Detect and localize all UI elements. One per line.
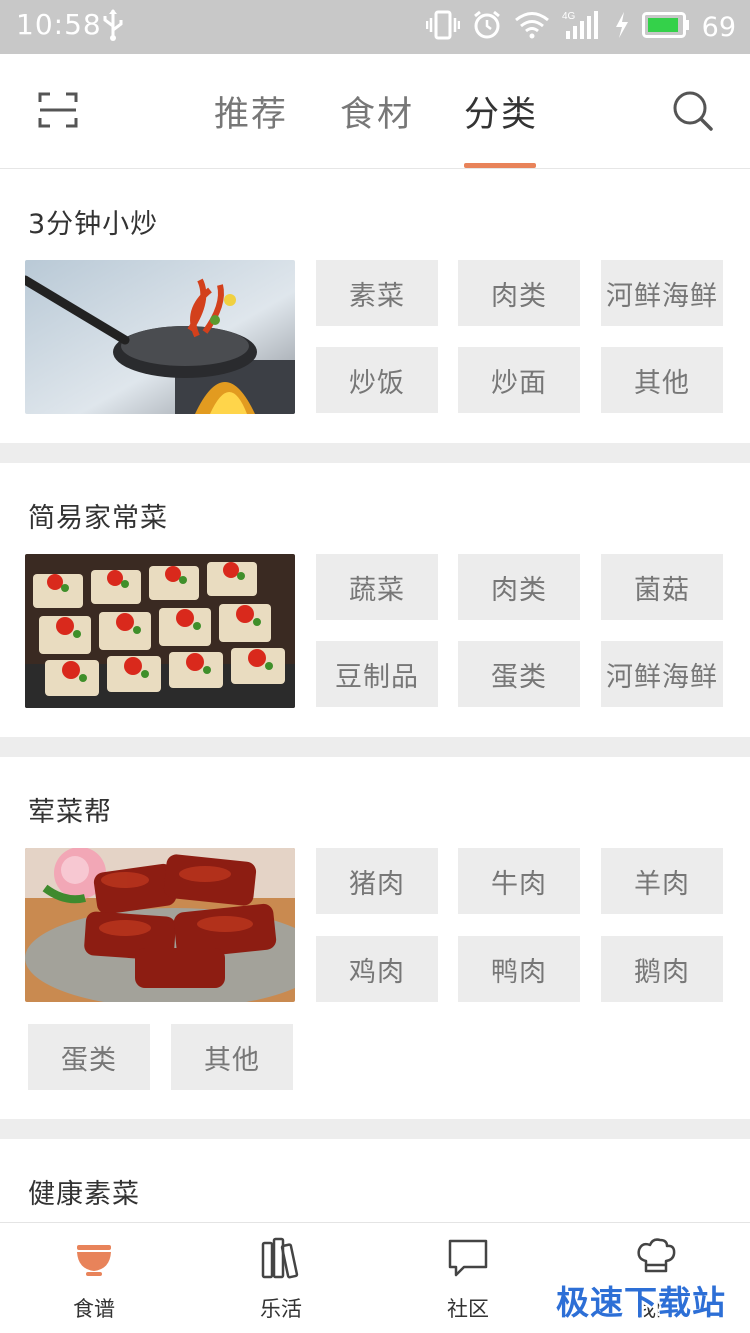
tofu-with-chili-image[interactable] — [25, 554, 295, 708]
chip-goose[interactable]: 鹅肉 — [601, 936, 723, 1002]
section-title: 荤菜帮 — [28, 797, 112, 828]
chip-lamb[interactable]: 羊肉 — [601, 848, 723, 914]
section-title: 简易家常菜 — [28, 503, 168, 534]
section-divider — [0, 737, 750, 757]
section-title: 健康素菜 — [28, 1179, 140, 1210]
bottom-nav-label: 社区 — [447, 1297, 489, 1321]
bottom-nav-recipes[interactable]: 食谱 — [34, 1223, 154, 1333]
wifi-icon — [514, 11, 550, 43]
section-healthy-vegetarian: 健康素菜 — [0, 1139, 750, 1222]
chip-meat[interactable]: 肉类 — [458, 554, 580, 620]
alarm-icon — [472, 10, 502, 44]
category-tabs: 推荐 食材 分类 — [0, 54, 750, 169]
usb-icon — [100, 8, 126, 46]
chip-mushrooms[interactable]: 菌菇 — [601, 554, 723, 620]
chip-greens[interactable]: 蔬菜 — [316, 554, 438, 620]
section-quick-stir-fry: 3分钟小炒 素菜 肉类 河鲜海鲜 炒饭 炒面 其他 — [0, 170, 750, 443]
chip-meat[interactable]: 肉类 — [458, 260, 580, 326]
battery-percent: 69 — [701, 11, 736, 43]
chip-fried-rice[interactable]: 炒饭 — [316, 347, 438, 413]
chip-eggs[interactable]: 蛋类 — [28, 1024, 150, 1090]
top-nav: 推荐 食材 分类 — [0, 54, 750, 169]
watermark: 极速下载站 — [556, 1283, 726, 1322]
chip-chicken[interactable]: 鸡肉 — [316, 936, 438, 1002]
chip-eggs[interactable]: 蛋类 — [458, 641, 580, 707]
chip-vegetables[interactable]: 素菜 — [316, 260, 438, 326]
chip-seafood[interactable]: 河鲜海鲜 — [601, 641, 723, 707]
stir-fry-pan-image[interactable] — [25, 260, 295, 414]
tab-recommend[interactable]: 推荐 — [214, 86, 288, 137]
charging-icon — [614, 11, 630, 43]
tab-categories[interactable]: 分类 — [464, 86, 538, 137]
chip-duck[interactable]: 鸭肉 — [458, 936, 580, 1002]
bottom-nav-label: 乐活 — [260, 1297, 302, 1321]
bottom-nav-community[interactable]: 社区 — [408, 1223, 528, 1333]
chip-fried-noodles[interactable]: 炒面 — [458, 347, 580, 413]
section-divider — [0, 1119, 750, 1139]
chip-beef[interactable]: 牛肉 — [458, 848, 580, 914]
books-icon — [261, 1237, 301, 1279]
section-home-cooking: 简易家常菜 蔬菜 肉类 菌菇 豆制品 蛋类 河鲜海鲜 — [0, 463, 750, 737]
chip-pork[interactable]: 猪肉 — [316, 848, 438, 914]
vibrate-icon — [425, 10, 460, 44]
section-title: 3分钟小炒 — [28, 209, 159, 240]
chip-other[interactable]: 其他 — [171, 1024, 293, 1090]
battery-icon — [641, 12, 690, 42]
chat-bubble-icon — [448, 1237, 488, 1279]
search-icon[interactable] — [672, 90, 714, 132]
status-bar: 10:58 4G 69 — [0, 0, 750, 54]
braised-ribs-image[interactable] — [25, 848, 295, 1002]
bottom-nav-lifestyle[interactable]: 乐活 — [221, 1223, 341, 1333]
chip-seafood[interactable]: 河鲜海鲜 — [601, 260, 723, 326]
chip-other[interactable]: 其他 — [601, 347, 723, 413]
network-type: 4G — [562, 11, 576, 22]
bottom-nav-label: 食谱 — [73, 1297, 115, 1321]
status-right-cluster: 4G 69 — [425, 7, 736, 47]
section-meat-dishes: 荤菜帮 猪肉 牛肉 羊肉 鸡肉 鸭肉 鹅肉 蛋类 其他 — [0, 757, 750, 1119]
tab-ingredients[interactable]: 食材 — [340, 86, 414, 137]
section-divider — [0, 443, 750, 463]
chef-hat-icon — [636, 1237, 676, 1279]
chip-soy-products[interactable]: 豆制品 — [316, 641, 438, 707]
bowl-icon — [74, 1237, 114, 1279]
signal-icon: 4G — [562, 9, 602, 45]
status-time: 10:58 — [16, 8, 102, 41]
active-tab-indicator — [464, 163, 536, 168]
